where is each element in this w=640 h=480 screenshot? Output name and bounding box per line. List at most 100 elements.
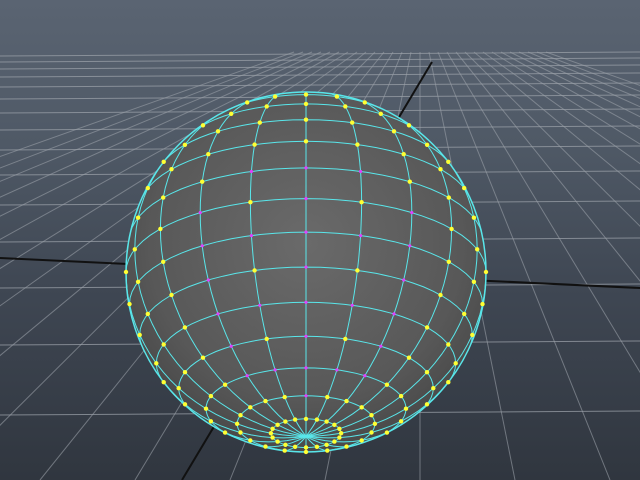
sphere-vertex[interactable] (198, 211, 202, 215)
sphere-vertex[interactable] (161, 259, 166, 264)
sphere-vertex[interactable] (325, 394, 330, 400)
sphere-vertex[interactable] (249, 169, 253, 174)
sphere-vertex[interactable] (355, 268, 360, 273)
sphere-vertex[interactable] (324, 442, 329, 447)
sphere-vertex[interactable] (283, 442, 288, 447)
sphere-vertex[interactable] (275, 422, 280, 427)
sphere-vertex[interactable] (314, 444, 320, 449)
sphere-vertex[interactable] (222, 430, 228, 435)
sphere-vertex[interactable] (303, 92, 309, 97)
sphere-vertex[interactable] (369, 413, 374, 418)
sphere-vertex[interactable] (475, 247, 480, 252)
sphere-vertex[interactable] (182, 402, 188, 407)
sphere-vertex[interactable] (343, 104, 348, 109)
sphere-vertex[interactable] (324, 419, 329, 424)
sphere-vertex[interactable] (355, 142, 360, 147)
sphere-vertex[interactable] (303, 416, 309, 422)
sphere-vertex[interactable] (406, 355, 412, 360)
sphere-vertex[interactable] (268, 431, 274, 436)
sphere-vertex[interactable] (480, 301, 485, 307)
sphere-vertex[interactable] (462, 311, 467, 317)
sphere-vertex[interactable] (161, 380, 166, 385)
sphere-vertex[interactable] (200, 179, 205, 184)
sphere-vertex[interactable] (424, 142, 430, 147)
sphere-vertex[interactable] (137, 332, 142, 338)
sphere-vertex[interactable] (446, 342, 451, 347)
sphere-vertex[interactable] (245, 100, 250, 105)
sphere-vertex[interactable] (402, 278, 406, 282)
sphere-vertex[interactable] (249, 234, 253, 238)
sphere-vertex[interactable] (158, 226, 163, 232)
sphere-vertex[interactable] (248, 438, 253, 443)
sphere-vertex[interactable] (471, 215, 477, 220)
sphere-vertex[interactable] (283, 419, 288, 424)
sphere-vertex[interactable] (350, 303, 354, 307)
sphere-vertex[interactable] (337, 426, 342, 431)
sphere-vertex[interactable] (216, 312, 220, 316)
sphere-vertex[interactable] (238, 430, 243, 435)
sphere-vertex[interactable] (282, 394, 287, 400)
sphere-vertex[interactable] (424, 402, 430, 407)
sphere-vertex[interactable] (470, 332, 475, 338)
sphere-vertex[interactable] (431, 386, 436, 391)
sphere-vertex[interactable] (270, 435, 275, 440)
sphere-vertex[interactable] (263, 398, 268, 404)
sphere-vertex[interactable] (449, 226, 454, 232)
sphere-vertex[interactable] (258, 303, 262, 307)
sphere-vertex[interactable] (263, 444, 268, 449)
sphere-vertex[interactable] (343, 336, 348, 342)
sphere-vertex[interactable] (215, 129, 221, 134)
sphere-vertex[interactable] (206, 152, 211, 157)
sphere-vertex[interactable] (135, 279, 141, 284)
sphere-vertex[interactable] (304, 300, 308, 304)
sphere-vertex[interactable] (245, 374, 249, 378)
sphere-vertex[interactable] (282, 448, 287, 453)
sphere-vertex[interactable] (169, 292, 174, 298)
sphere-vertex[interactable] (304, 197, 308, 201)
sphere-vertex[interactable] (359, 234, 363, 238)
sphere-vertex[interactable] (337, 435, 342, 440)
sphere-vertex[interactable] (334, 94, 340, 99)
sphere-vertex[interactable] (248, 200, 253, 205)
sphere-vertex[interactable] (182, 370, 188, 375)
sphere-vertex[interactable] (238, 413, 243, 418)
sphere-vertex[interactable] (314, 417, 320, 422)
sphere-vertex[interactable] (132, 247, 137, 252)
sphere-vertex[interactable] (135, 215, 141, 220)
sphere-vertex[interactable] (332, 439, 337, 444)
sphere-vertex[interactable] (471, 279, 477, 284)
sphere-vertex[interactable] (401, 152, 406, 157)
sphere-vertex[interactable] (304, 230, 308, 234)
sphere-vertex[interactable] (161, 342, 166, 347)
viewport-scene[interactable] (0, 0, 640, 480)
sphere-vertex[interactable] (379, 344, 383, 348)
sphere-vertex[interactable] (335, 368, 339, 372)
sphere-vertex[interactable] (208, 419, 214, 424)
sphere-vertex[interactable] (252, 268, 257, 273)
sphere-vertex[interactable] (303, 139, 309, 144)
sphere-vertex[interactable] (208, 393, 214, 399)
sphere-vertex[interactable] (123, 269, 129, 275)
sphere-vertex[interactable] (304, 366, 308, 370)
sphere-vertex[interactable] (363, 374, 367, 378)
sphere-vertex[interactable] (446, 159, 451, 164)
sphere-vertex[interactable] (344, 444, 349, 449)
sphere-vertex[interactable] (154, 361, 159, 366)
sphere-vertex[interactable] (369, 430, 374, 435)
sphere-vertex[interactable] (407, 179, 412, 184)
sphere-vertex[interactable] (303, 101, 309, 107)
sphere-vertex[interactable] (275, 439, 280, 444)
sphere-vertex[interactable] (338, 431, 344, 436)
sphere-vertex[interactable] (264, 336, 269, 342)
sphere-vertex[interactable] (304, 334, 308, 338)
sphere-vertex[interactable] (462, 185, 467, 191)
sphere-vertex[interactable] (229, 344, 233, 348)
sphere-vertex[interactable] (408, 244, 412, 248)
sphere-vertex[interactable] (200, 123, 206, 128)
sphere-vertex[interactable] (359, 438, 364, 443)
sphere-vertex[interactable] (176, 386, 181, 391)
sphere-vertex[interactable] (344, 398, 349, 404)
sphere-vertex[interactable] (304, 265, 308, 269)
sphere-vertex[interactable] (248, 405, 253, 410)
sphere-vertex[interactable] (200, 244, 204, 248)
